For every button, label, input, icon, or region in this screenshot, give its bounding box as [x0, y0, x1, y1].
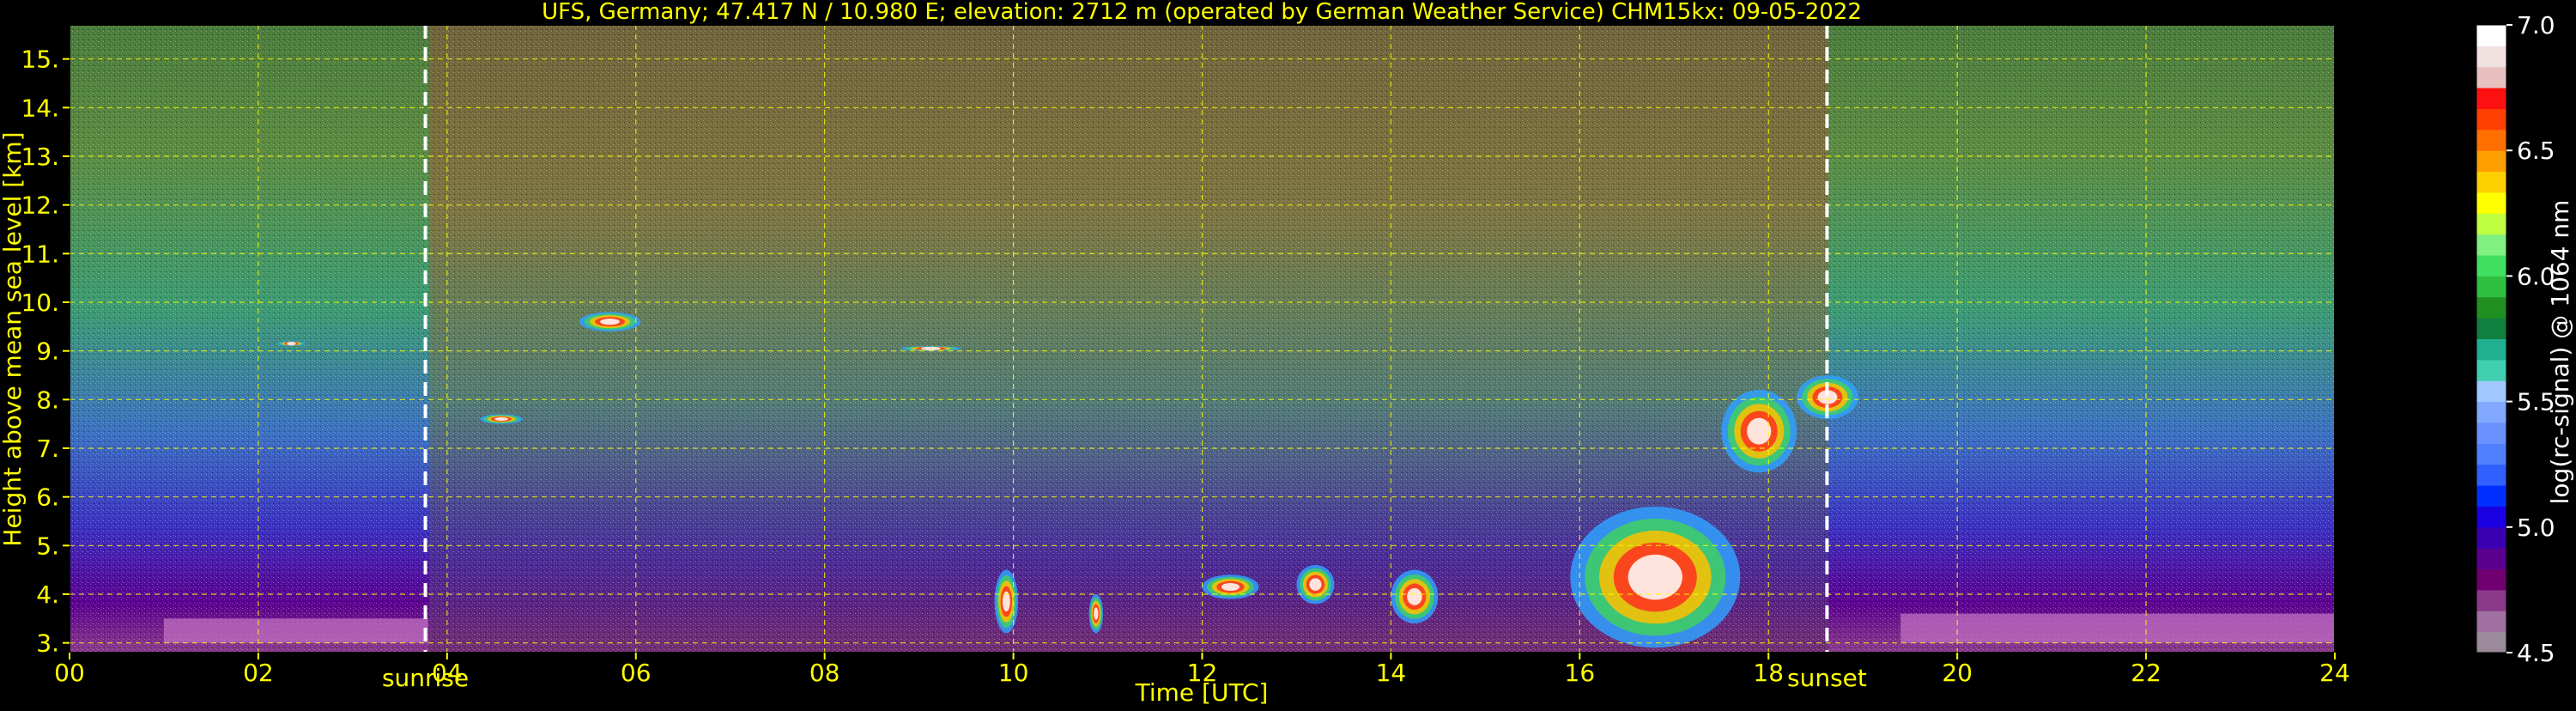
colorbar-segment: [2476, 46, 2506, 68]
x-tick-label: 04: [432, 659, 463, 687]
colorbar-segment: [2476, 191, 2506, 214]
colorbar-segment: [2476, 296, 2506, 319]
lidar-chart: sunrise sunset 00 02 04 06 08 10 12 14 16 18 20 22 24…: [0, 0, 2576, 708]
cloud-layer: [600, 319, 620, 325]
colorbar-segment: [2476, 485, 2506, 507]
aerosol-layer: [163, 618, 428, 643]
y-tick-label: 7.: [36, 434, 59, 463]
colorbar-segment: [2476, 150, 2506, 173]
chart-svg: sunrise sunset 00 02 04 06 08 10 12 14 16 18 20 22 24…: [0, 0, 2574, 707]
x-tick-label: 22: [2131, 659, 2161, 687]
colorbar-segment: [2476, 276, 2506, 298]
y-tick-label: 4.: [36, 580, 59, 609]
x-tick-label: 10: [998, 659, 1029, 687]
x-tick-label: 00: [54, 659, 85, 687]
colorbar-segment: [2476, 380, 2506, 403]
colorbar-segment: [2476, 66, 2506, 88]
colorbar-segment: [2476, 255, 2506, 276]
colorbar-segment: [2476, 422, 2506, 444]
annotation-label-sunset: sunset: [1787, 664, 1867, 692]
cloud-layer: [1309, 578, 1322, 591]
y-tick-label: 10.: [21, 289, 59, 317]
colorbar-tick-label: 7.0: [2517, 11, 2555, 40]
colorbar-segment: [2476, 129, 2506, 151]
colorbar-segment: [2476, 88, 2506, 109]
colorbar-segment: [2476, 506, 2506, 528]
colorbar-segment: [2476, 338, 2506, 361]
colorbar-segment: [2476, 631, 2506, 653]
y-tick-label: 9.: [36, 337, 59, 366]
cloud-layer: [920, 346, 941, 350]
cloud-layer: [494, 417, 508, 421]
colorbar-segment: [2476, 526, 2506, 549]
colorbar-segment: [2476, 443, 2506, 465]
x-axis-label: Time [UTC]: [1135, 678, 1269, 707]
colorbar-segment: [2476, 318, 2506, 339]
colorbar-label: log(rc-signal) @ 1064 nm: [2546, 200, 2574, 505]
colorbar-segment: [2476, 548, 2506, 570]
x-tick-label: 06: [621, 659, 652, 687]
y-tick-label: 5.: [36, 532, 59, 560]
x-tick-label: 24: [2319, 659, 2350, 687]
cloud-layer: [1407, 587, 1422, 605]
cloud-layer: [1221, 582, 1240, 592]
x-tick-label: 02: [243, 659, 274, 687]
colorbar-tick-label: 5.0: [2517, 514, 2555, 542]
y-tick-label: 6.: [36, 483, 59, 512]
colorbar-segment: [2476, 171, 2506, 193]
colorbar-segment: [2476, 25, 2506, 46]
cloud-layer: [287, 342, 296, 346]
x-tick-label: 16: [1565, 659, 1596, 687]
colorbar-segment: [2476, 234, 2506, 256]
colorbar-segment: [2476, 108, 2506, 131]
x-tick-label: 18: [1753, 659, 1784, 687]
colorbar-tick-label: 4.5: [2517, 639, 2555, 667]
colorbar-segment: [2476, 568, 2506, 591]
colorbar-segment: [2476, 589, 2506, 611]
x-tick-label: 08: [809, 659, 840, 687]
cloud-layer: [1747, 417, 1772, 445]
cloud-layer: [1094, 607, 1099, 620]
y-tick-label: 15.: [21, 46, 59, 74]
x-tick-label: 20: [1942, 659, 1973, 687]
y-tick-label: 14.: [21, 94, 59, 122]
y-tick-label: 3.: [36, 629, 59, 658]
aerosol-layer: [1900, 613, 2335, 643]
y-tick-label: 11.: [21, 240, 59, 268]
colorbar-segment: [2476, 401, 2506, 423]
colorbar-segment: [2476, 213, 2506, 235]
colorbar-layer: 4.55.05.56.06.57.0: [2476, 11, 2555, 667]
cloud-layer: [1627, 554, 1682, 600]
y-axis-label: Height above mean sea level [km]: [0, 131, 27, 546]
colorbar-segment: [2476, 359, 2506, 381]
colorbar-tick-label: 6.5: [2517, 137, 2555, 165]
y-tick-label: 13.: [21, 143, 59, 171]
x-tick-label: 14: [1376, 659, 1407, 687]
y-tick-label: 12.: [21, 191, 59, 220]
colorbar-segment: [2476, 464, 2506, 486]
chart-title: UFS, Germany; 47.417 N / 10.980 E; eleva…: [542, 0, 1862, 25]
colorbar-segment: [2476, 611, 2506, 633]
y-tick-label: 8.: [36, 386, 59, 414]
